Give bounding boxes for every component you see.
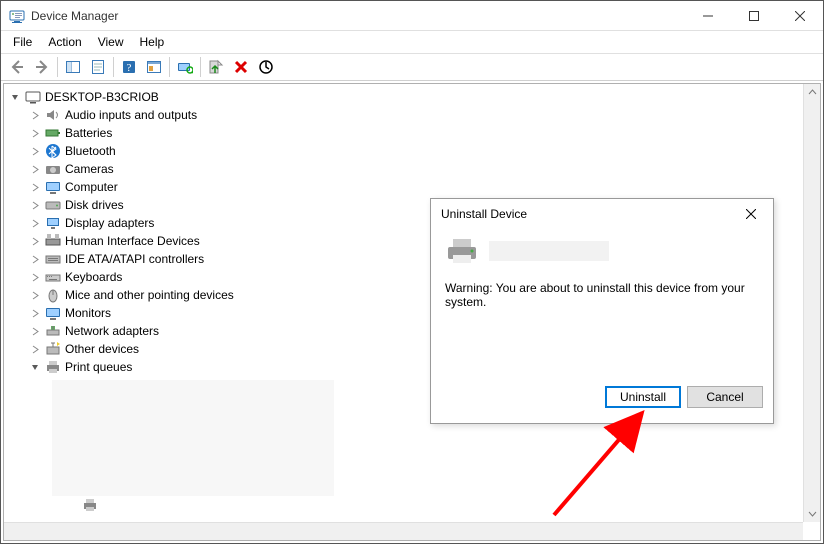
chevron-right-icon[interactable] xyxy=(30,272,41,283)
tree-item-label: Bluetooth xyxy=(65,144,116,158)
tree-root[interactable]: DESKTOP-B3CRIOB xyxy=(4,88,820,106)
device-name-placeholder xyxy=(489,241,609,261)
menu-action[interactable]: Action xyxy=(40,33,89,51)
ide-icon xyxy=(45,251,61,267)
maximize-button[interactable] xyxy=(731,1,777,31)
chevron-right-icon[interactable] xyxy=(30,110,41,121)
dialog-close-button[interactable] xyxy=(731,199,771,229)
display-icon xyxy=(45,215,61,231)
tree-item-label: Disk drives xyxy=(65,198,124,212)
tree-item-batteries[interactable]: Batteries xyxy=(4,124,820,142)
minimize-button[interactable] xyxy=(685,1,731,31)
chevron-down-icon[interactable] xyxy=(30,362,41,373)
tree-item-label: Network adapters xyxy=(65,324,159,338)
dialog-title: Uninstall Device xyxy=(441,207,731,221)
app-icon xyxy=(9,8,25,24)
chevron-right-icon[interactable] xyxy=(30,182,41,193)
window-title: Device Manager xyxy=(31,9,685,23)
print-queue-placeholder xyxy=(52,380,334,496)
chevron-right-icon[interactable] xyxy=(30,146,41,157)
help-button[interactable]: ? xyxy=(117,55,141,79)
tree-item-label: Keyboards xyxy=(65,270,122,284)
tree-item-label: Monitors xyxy=(65,306,111,320)
vertical-scrollbar[interactable] xyxy=(803,84,820,522)
disk-icon xyxy=(45,197,61,213)
printer-icon xyxy=(45,359,61,375)
close-button[interactable] xyxy=(777,1,823,31)
scan-hardware-button[interactable] xyxy=(173,55,197,79)
disable-device-button[interactable] xyxy=(254,55,278,79)
uninstall-device-button[interactable] xyxy=(229,55,253,79)
chevron-down-icon[interactable] xyxy=(10,92,21,103)
chevron-right-icon[interactable] xyxy=(30,128,41,139)
other-icon xyxy=(45,341,61,357)
chevron-right-icon[interactable] xyxy=(30,308,41,319)
menubar: File Action View Help xyxy=(1,31,823,53)
action-button[interactable] xyxy=(142,55,166,79)
uninstall-dialog: Uninstall Device Warning: You are about … xyxy=(430,198,774,424)
tree-item-label: Mice and other pointing devices xyxy=(65,288,234,302)
forward-button[interactable] xyxy=(30,55,54,79)
tree-item-label: Batteries xyxy=(65,126,112,140)
print-queue-child[interactable] xyxy=(52,496,334,516)
chevron-right-icon[interactable] xyxy=(30,164,41,175)
dialog-titlebar: Uninstall Device xyxy=(431,199,773,229)
battery-icon xyxy=(45,125,61,141)
svg-text:?: ? xyxy=(127,62,132,74)
chevron-right-icon[interactable] xyxy=(30,344,41,355)
tree-item-label: Computer xyxy=(65,180,118,194)
tree-item-label: Display adapters xyxy=(65,216,154,230)
menu-help[interactable]: Help xyxy=(132,33,173,51)
tree-item-computer[interactable]: Computer xyxy=(4,178,820,196)
chevron-right-icon[interactable] xyxy=(30,200,41,211)
tree-item-label: Cameras xyxy=(65,162,114,176)
chevron-right-icon[interactable] xyxy=(30,254,41,265)
printer-icon xyxy=(445,237,479,265)
tree-item-label: Other devices xyxy=(65,342,139,356)
toolbar: ? xyxy=(1,53,823,81)
tree-root-label: DESKTOP-B3CRIOB xyxy=(45,90,159,104)
horizontal-scrollbar[interactable] xyxy=(4,522,803,540)
scroll-up-icon[interactable] xyxy=(804,84,820,101)
camera-icon xyxy=(45,161,61,177)
tree-item-cameras[interactable]: Cameras xyxy=(4,160,820,178)
audio-icon xyxy=(45,107,61,123)
bluetooth-icon xyxy=(45,143,61,159)
monitor-icon xyxy=(45,305,61,321)
keyboard-icon xyxy=(45,269,61,285)
show-hide-tree-button[interactable] xyxy=(61,55,85,79)
tree-item-label: Audio inputs and outputs xyxy=(65,108,197,122)
hid-icon xyxy=(45,233,61,249)
tree-item-audio[interactable]: Audio inputs and outputs xyxy=(4,106,820,124)
uninstall-button[interactable]: Uninstall xyxy=(605,386,681,408)
chevron-right-icon[interactable] xyxy=(30,290,41,301)
properties-button[interactable] xyxy=(86,55,110,79)
chevron-right-icon[interactable] xyxy=(30,326,41,337)
printer-icon xyxy=(82,497,98,516)
cancel-button[interactable]: Cancel xyxy=(687,386,763,408)
update-driver-button[interactable] xyxy=(204,55,228,79)
tree-item-bluetooth[interactable]: Bluetooth xyxy=(4,142,820,160)
dialog-warning-text: Warning: You are about to uninstall this… xyxy=(445,281,759,309)
tree-item-label: IDE ATA/ATAPI controllers xyxy=(65,252,204,266)
back-button[interactable] xyxy=(5,55,29,79)
scroll-down-icon[interactable] xyxy=(804,505,820,522)
titlebar: Device Manager xyxy=(1,1,823,31)
menu-view[interactable]: View xyxy=(90,33,132,51)
mouse-icon xyxy=(45,287,61,303)
network-icon xyxy=(45,323,61,339)
tree-item-label: Print queues xyxy=(65,360,132,374)
chevron-right-icon[interactable] xyxy=(30,218,41,229)
chevron-right-icon[interactable] xyxy=(30,236,41,247)
tree-item-label: Human Interface Devices xyxy=(65,234,200,248)
computer-icon xyxy=(45,179,61,195)
computer-icon xyxy=(25,89,41,105)
menu-file[interactable]: File xyxy=(5,33,40,51)
